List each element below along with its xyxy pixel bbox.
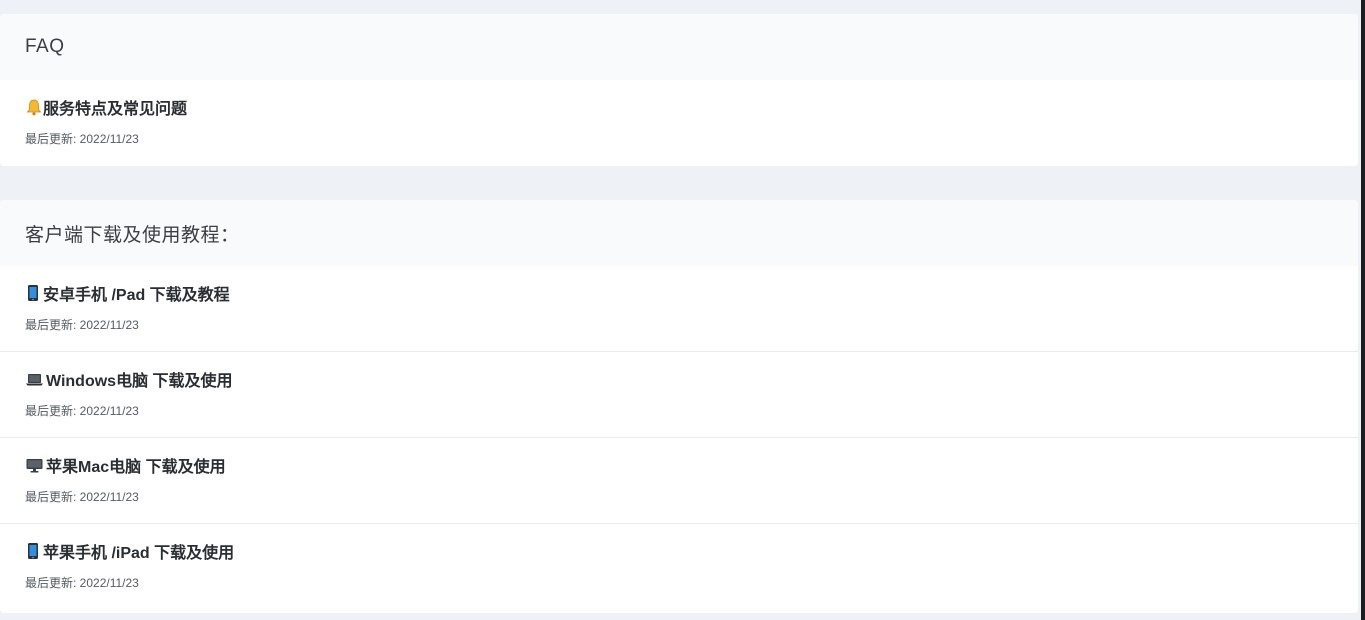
item-title[interactable]: Windows电脑 下载及使用: [46, 367, 233, 391]
laptop-icon: [25, 370, 44, 388]
item-title[interactable]: 苹果Mac电脑 下载及使用: [46, 453, 226, 477]
mobile-phone-icon: [25, 542, 41, 560]
item-updated-date: 最后更新: 2022/11/23: [25, 318, 139, 332]
item-updated-date: 最后更新: 2022/11/23: [25, 576, 139, 590]
client-item-mac[interactable]: 苹果Mac电脑 下载及使用 最后更新: 2022/11/23: [0, 438, 1358, 524]
item-title-row[interactable]: Windows电脑 下载及使用: [25, 368, 1358, 390]
item-title-row[interactable]: 苹果Mac电脑 下载及使用: [25, 454, 1358, 476]
mobile-phone-icon: [25, 284, 41, 302]
client-item-iphone[interactable]: 苹果手机 /iPad 下载及使用 最后更新: 2022/11/23: [0, 524, 1358, 610]
item-updated-date: 最后更新: 2022/11/23: [25, 404, 139, 418]
client-item-android[interactable]: 安卓手机 /Pad 下载及教程 最后更新: 2022/11/23: [0, 266, 1358, 352]
faq-header: FAQ: [0, 14, 1358, 80]
page: FAQ 服务特点及常见问题 最后更新: 2022/11/23 客户端下载及使用教…: [0, 0, 1365, 620]
faq-card: FAQ 服务特点及常见问题 最后更新: 2022/11/23: [0, 14, 1358, 166]
desktop-monitor-icon: [25, 456, 44, 474]
item-title-row[interactable]: 服务特点及常见问题: [25, 96, 1358, 118]
item-updated-date: 最后更新: 2022/11/23: [25, 490, 139, 504]
item-title-row[interactable]: 苹果手机 /iPad 下载及使用: [25, 540, 1358, 562]
item-title[interactable]: 服务特点及常见问题: [43, 95, 187, 119]
item-title[interactable]: 安卓手机 /Pad 下载及教程: [43, 281, 230, 305]
client-item-windows[interactable]: Windows电脑 下载及使用 最后更新: 2022/11/23: [0, 352, 1358, 438]
window-edge: [1361, 0, 1365, 620]
item-title-row[interactable]: 安卓手机 /Pad 下载及教程: [25, 282, 1358, 304]
client-header: 客户端下载及使用教程：: [0, 200, 1358, 266]
client-download-card: 客户端下载及使用教程： 安卓手机 /Pad 下载及教程 最后更新: 2022/1…: [0, 200, 1358, 613]
bell-icon: [25, 98, 42, 116]
faq-item-service-features[interactable]: 服务特点及常见问题 最后更新: 2022/11/23: [0, 80, 1358, 166]
item-updated-date: 最后更新: 2022/11/23: [25, 132, 139, 146]
item-title[interactable]: 苹果手机 /iPad 下载及使用: [43, 539, 234, 563]
